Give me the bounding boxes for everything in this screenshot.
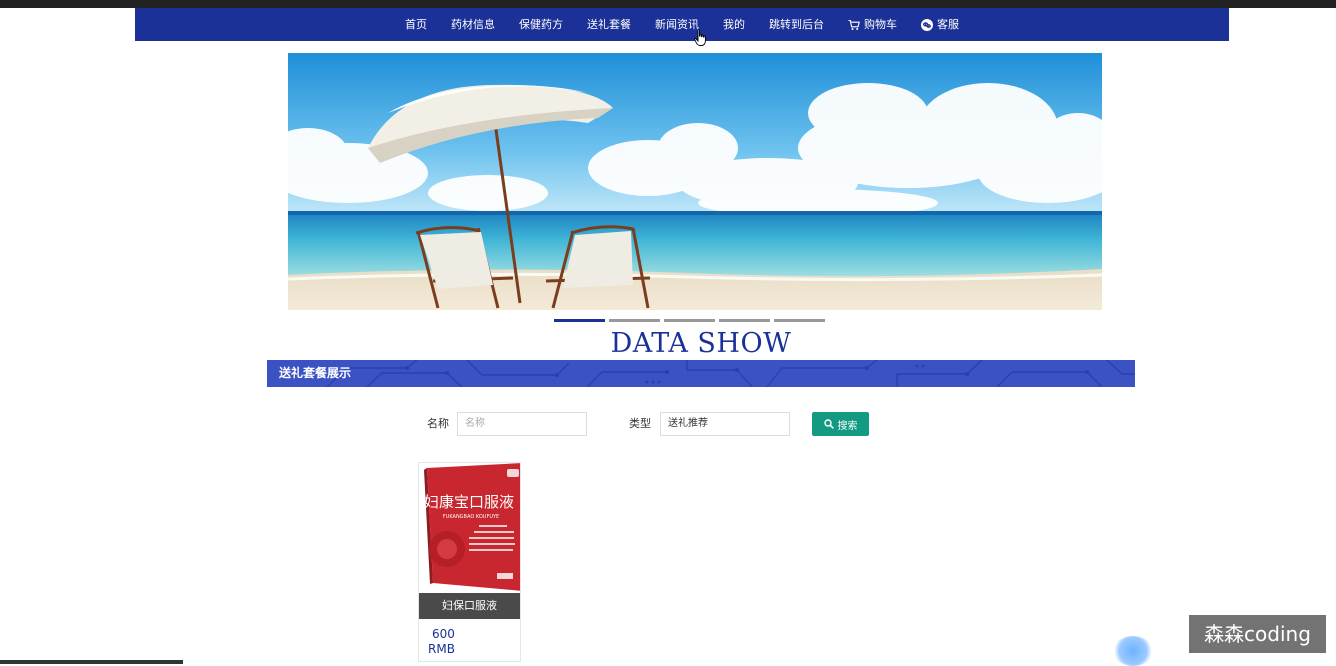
nav-gift-packages-label: 送礼套餐	[587, 18, 631, 31]
search-icon	[823, 419, 834, 429]
product-price: 600 RMB	[428, 627, 455, 657]
nav-herbs-label: 药材信息	[451, 18, 495, 31]
mouse-cursor-icon	[694, 29, 706, 46]
type-label: 类型	[629, 417, 651, 430]
product-name: 妇保口服液	[419, 593, 520, 619]
main-navbar: 首页 药材信息 保健药方 送礼套餐 新闻资讯 我的 跳转到后台 购物车 客服	[135, 8, 1229, 41]
search-button[interactable]: 搜索	[812, 412, 869, 436]
type-search-input[interactable]: 送礼推荐	[660, 412, 790, 436]
product-box-image: 妇康宝口服液 FUKANGBAO KOUFUYE	[419, 463, 520, 593]
search-form: 名称 名称 类型 送礼推荐 搜索	[0, 412, 1336, 436]
carousel-dot-1[interactable]	[554, 319, 605, 322]
nav-cart[interactable]: 购物车	[836, 8, 909, 41]
nav-health-recipes-label: 保健药方	[519, 18, 563, 31]
nav-health-recipes[interactable]: 保健药方	[507, 8, 575, 41]
nav-admin[interactable]: 跳转到后台	[757, 8, 836, 41]
cart-icon	[848, 19, 860, 30]
carousel-dot-4[interactable]	[719, 319, 770, 322]
name-search-input[interactable]: 名称	[457, 412, 587, 436]
carousel-dot-2[interactable]	[609, 319, 660, 322]
nav-home[interactable]: 首页	[393, 8, 439, 41]
price-currency: RMB	[428, 642, 455, 656]
circuit-pattern-decoration	[326, 360, 1135, 387]
nav-gift-packages[interactable]: 送礼套餐	[575, 8, 643, 41]
watermark-text: 森森coding	[1189, 615, 1326, 653]
bottom-bar	[0, 660, 183, 664]
product-image: 妇康宝口服液 FUKANGBAO KOUFUYE	[419, 463, 520, 593]
nav-mine[interactable]: 我的	[711, 8, 757, 41]
nav-mine-label: 我的	[723, 18, 745, 31]
nav-news-label: 新闻资讯	[655, 18, 699, 31]
hero-banner[interactable]	[288, 53, 1102, 310]
top-strip	[0, 0, 1336, 8]
chat-icon	[921, 18, 933, 31]
nav-support[interactable]: 客服	[909, 8, 971, 41]
nav-admin-label: 跳转到后台	[769, 18, 824, 31]
search-button-label: 搜索	[837, 420, 858, 432]
nav-home-label: 首页	[405, 18, 427, 31]
name-label: 名称	[427, 417, 449, 430]
nav-herbs[interactable]: 药材信息	[439, 8, 507, 41]
section-bar: 送礼套餐展示	[267, 360, 1135, 387]
carousel-dot-5[interactable]	[774, 319, 825, 322]
product-box-title: 妇康宝口服液	[424, 493, 514, 511]
product-box-subtitle: FUKANGBAO KOUFUYE	[443, 514, 499, 520]
product-card[interactable]: 妇康宝口服液 FUKANGBAO KOUFUYE 妇保口服液 600 RMB	[418, 462, 521, 662]
section-title: DATA SHOW	[610, 328, 792, 359]
floating-chat-bubble[interactable]	[1113, 636, 1153, 666]
carousel-dot-3[interactable]	[664, 319, 715, 322]
section-bar-label: 送礼套餐展示	[279, 366, 352, 380]
nav-cart-label: 购物车	[864, 18, 897, 31]
nav-support-label: 客服	[937, 18, 959, 31]
carousel-indicators	[554, 319, 825, 322]
beach-scene-image	[288, 53, 1102, 310]
price-value: 600	[432, 627, 455, 641]
